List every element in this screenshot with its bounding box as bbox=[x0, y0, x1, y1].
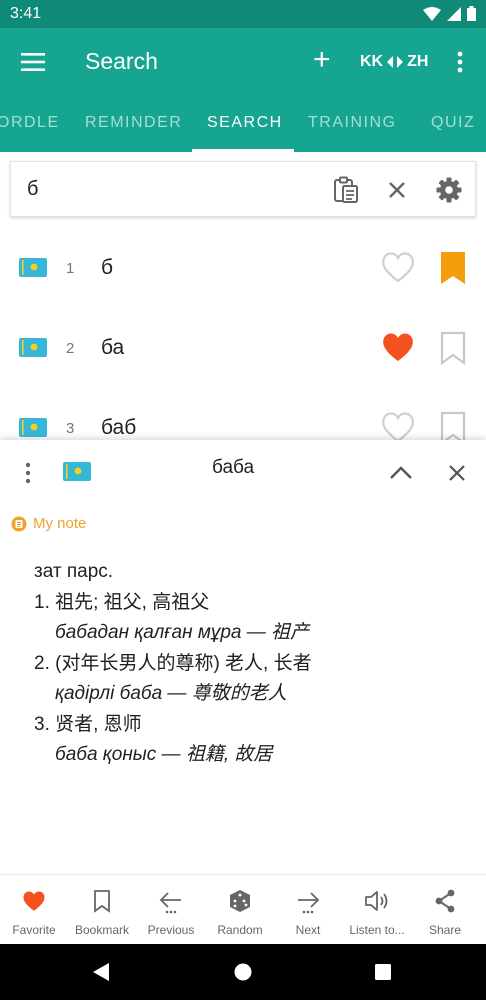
sense-example: баба қоныс — 祖籍, 故居 bbox=[55, 744, 273, 765]
more-vert-icon[interactable] bbox=[24, 462, 32, 484]
tab-bar: ORDLE REMINDER SEARCH TRAINING QUIZ bbox=[0, 96, 486, 152]
tab-wordle[interactable]: ORDLE bbox=[0, 114, 60, 132]
search-input[interactable]: б bbox=[27, 178, 38, 201]
result-word: баб bbox=[101, 416, 137, 439]
clipboard-icon[interactable] bbox=[332, 176, 360, 204]
note-icon bbox=[11, 516, 27, 531]
chevron-up-icon[interactable] bbox=[388, 462, 414, 482]
kazakhstan-flag-icon bbox=[19, 418, 47, 437]
arrow-right-icon bbox=[298, 892, 320, 914]
lang-from: KK bbox=[360, 53, 384, 70]
share-icon bbox=[435, 889, 455, 913]
part-of-speech: зат парс. bbox=[34, 561, 114, 582]
sense-definition: 3. 贤者, 恩师 bbox=[34, 713, 142, 735]
bookmark-icon[interactable] bbox=[439, 331, 467, 365]
close-icon[interactable] bbox=[383, 176, 411, 204]
heart-icon bbox=[23, 891, 45, 911]
kazakhstan-flag-icon bbox=[19, 258, 47, 277]
result-word: б bbox=[101, 256, 114, 279]
sense-example: қадірлі баба — 尊敬的老人 bbox=[55, 683, 287, 704]
speaker-icon bbox=[365, 891, 388, 911]
next-label: Next bbox=[295, 923, 321, 937]
status-time: 3:41 bbox=[10, 5, 42, 22]
list-item[interactable]: 2 ба bbox=[0, 309, 486, 389]
tab-training[interactable]: TRAINING bbox=[308, 114, 396, 132]
more-vert-icon[interactable] bbox=[452, 50, 468, 74]
share-label: Share bbox=[428, 923, 462, 937]
list-item[interactable]: 1 б bbox=[0, 229, 486, 309]
tab-indicator bbox=[192, 149, 294, 152]
recents-icon[interactable] bbox=[374, 962, 392, 982]
system-nav-bar bbox=[0, 944, 486, 1000]
sense-definition: 2. (对年长男人的尊称) 老人, 长者 bbox=[34, 652, 312, 674]
result-number: 3 bbox=[66, 420, 75, 437]
tab-quiz[interactable]: QUIZ bbox=[431, 114, 475, 132]
heart-icon[interactable] bbox=[380, 410, 416, 444]
note-label: My note bbox=[33, 515, 87, 532]
heart-icon[interactable] bbox=[380, 250, 416, 284]
bookmark-icon bbox=[94, 890, 110, 913]
my-note-link[interactable]: My note bbox=[11, 515, 86, 532]
sense-definition: 1. 祖先; 祖父, 高祖父 bbox=[34, 591, 210, 613]
bookmark-label: Bookmark bbox=[74, 923, 130, 937]
app-bar: Search + KK ZH bbox=[0, 28, 486, 96]
home-icon[interactable] bbox=[234, 962, 252, 982]
language-switch[interactable]: KK ZH bbox=[360, 53, 428, 71]
definition-text: зат парс. 1. 祖先; 祖父, 高祖父 бабадан қалған … bbox=[34, 557, 312, 771]
close-icon[interactable] bbox=[446, 462, 468, 484]
bottom-action-bar: Favorite Bookmark Previous Random Next L… bbox=[0, 874, 486, 944]
dice-icon bbox=[230, 890, 250, 912]
sense-example: бабадан қалған мұра — 祖产 bbox=[55, 622, 310, 643]
lang-to: ZH bbox=[407, 53, 429, 70]
tab-reminder[interactable]: REMINDER bbox=[85, 114, 182, 132]
previous-button[interactable]: Previous bbox=[131, 889, 211, 937]
wifi-icon bbox=[423, 6, 441, 21]
result-number: 2 bbox=[66, 340, 75, 357]
system-icons bbox=[423, 6, 476, 21]
bookmark-icon[interactable] bbox=[439, 251, 467, 285]
back-icon[interactable] bbox=[92, 962, 110, 982]
detail-sheet: баба My note зат парс. 1. 祖先; 祖父, 高祖父 ба… bbox=[0, 440, 486, 874]
kazakhstan-flag-icon bbox=[63, 462, 91, 481]
detail-headword: баба bbox=[212, 457, 255, 478]
bookmark-button[interactable]: Bookmark bbox=[62, 889, 142, 937]
page-title: Search bbox=[85, 48, 158, 74]
search-box: б bbox=[10, 161, 476, 217]
arrow-left-icon bbox=[159, 892, 181, 914]
result-number: 1 bbox=[66, 260, 75, 277]
heart-icon[interactable] bbox=[380, 330, 416, 364]
tab-search[interactable]: SEARCH bbox=[207, 114, 283, 132]
status-bar: 3:41 bbox=[0, 0, 486, 28]
previous-label: Previous bbox=[147, 923, 195, 937]
plus-icon[interactable]: + bbox=[313, 45, 331, 75]
swap-arrows-icon bbox=[387, 56, 404, 68]
share-button[interactable]: Share bbox=[405, 889, 485, 937]
battery-icon bbox=[467, 6, 476, 21]
hamburger-icon[interactable] bbox=[21, 50, 45, 74]
signal-icon bbox=[447, 6, 461, 21]
kazakhstan-flag-icon bbox=[19, 338, 47, 357]
next-button[interactable]: Next bbox=[268, 889, 348, 937]
result-word: ба bbox=[101, 336, 125, 359]
gear-icon[interactable] bbox=[435, 176, 463, 204]
